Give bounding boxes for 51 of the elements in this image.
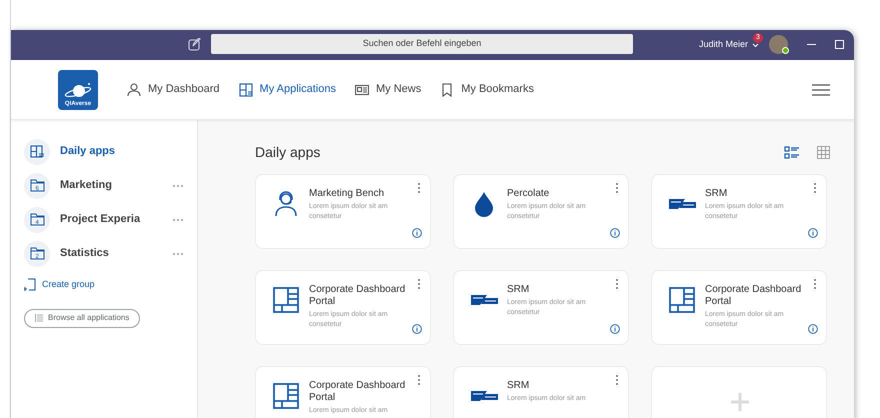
headset-person-icon xyxy=(275,191,297,217)
logo-icon xyxy=(668,199,696,209)
sidebar-item[interactable]: Marketing xyxy=(60,177,112,194)
info-icon[interactable] xyxy=(412,324,422,334)
info-icon[interactable] xyxy=(610,324,620,334)
app-title: Percolate xyxy=(507,188,550,200)
browse-button[interactable]: Browse all applications xyxy=(24,308,140,328)
nav-tab[interactable]: My Dashboard xyxy=(127,81,220,98)
minimize-icon[interactable] xyxy=(807,44,816,46)
person-icon xyxy=(127,82,141,96)
app-title: SRM xyxy=(507,380,530,392)
logo-icon xyxy=(470,391,498,401)
list-icon xyxy=(35,314,43,322)
add-page-icon xyxy=(24,278,36,292)
app-title: Corporate Dashboard Portal xyxy=(309,380,406,404)
nav-tab[interactable]: My News xyxy=(354,81,422,98)
drop-icon xyxy=(474,192,494,216)
plus-icon xyxy=(731,393,749,411)
sidebar-item[interactable]: Project Experia xyxy=(60,211,140,228)
info-icon[interactable] xyxy=(808,228,818,238)
chevron-down-icon[interactable] xyxy=(752,42,760,48)
dashboard-layout-icon xyxy=(273,383,299,409)
dashboard-layout-icon xyxy=(273,287,299,313)
apps-icon xyxy=(238,82,253,96)
search-field[interactable]: Suchen oder Befehl eingeben xyxy=(211,34,633,54)
compose-icon[interactable] xyxy=(188,38,201,51)
apps-icon xyxy=(30,145,44,158)
user-name[interactable]: Judith Meier xyxy=(699,38,748,52)
app-title: SRM xyxy=(507,284,530,296)
section-title: Daily apps xyxy=(255,142,320,162)
grid-view-icon[interactable] xyxy=(817,146,830,158)
app-title: Marketing Bench xyxy=(309,188,386,200)
info-icon[interactable] xyxy=(412,228,422,238)
sidebar-item[interactable]: Statistics xyxy=(60,245,109,262)
avatar[interactable] xyxy=(769,35,788,54)
bookmark-icon xyxy=(440,82,454,96)
info-icon[interactable] xyxy=(808,324,818,334)
create-group-link[interactable]: Create group xyxy=(24,278,183,292)
nav-tab[interactable]: My Bookmarks xyxy=(440,81,534,98)
app-title: Corporate Dashboard Portal xyxy=(309,284,406,308)
app-title: SRM xyxy=(705,188,728,200)
menu-icon[interactable] xyxy=(812,84,830,96)
logo-icon xyxy=(470,295,498,305)
sidebar-item[interactable]: Daily apps xyxy=(60,143,116,160)
app-title: Corporate Dashboard Portal xyxy=(705,284,802,308)
dashboard-layout-icon xyxy=(669,287,695,313)
list-view-icon[interactable] xyxy=(784,146,800,158)
news-icon xyxy=(354,82,369,96)
maximize-icon[interactable] xyxy=(835,40,844,49)
info-icon[interactable] xyxy=(610,228,620,238)
nav-tab[interactable]: My Applications xyxy=(238,81,336,98)
